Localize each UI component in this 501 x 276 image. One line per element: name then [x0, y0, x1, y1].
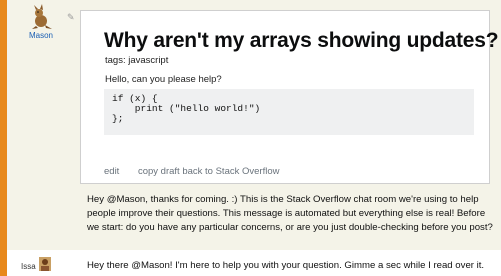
question-title: Why aren't my arrays showing updates?: [104, 29, 499, 52]
person-avatar-icon[interactable]: [39, 257, 51, 271]
code-block: if (x) { print ("hello world!") };: [104, 89, 474, 135]
chat-message-mason: Mason ✎ Why aren't my arrays showing upd…: [7, 0, 501, 250]
copy-draft-back-link[interactable]: copy draft back to Stack Overflow: [138, 166, 280, 177]
automated-welcome-message: Hey @Mason, thanks for coming. :) This i…: [87, 194, 493, 233]
question-body: Hello, can you please help?: [105, 74, 222, 85]
kangaroo-icon[interactable]: [27, 4, 53, 30]
chat-message-issa: Issa Hey there @Mason! I'm here to help …: [7, 256, 501, 276]
author-name-mason[interactable]: Mason: [19, 31, 63, 40]
question-draft-card: Why aren't my arrays showing updates? ta…: [80, 10, 499, 184]
issa-message-text: Hey there @Mason! I'm here to help you w…: [87, 260, 485, 271]
chat-transcript: Mason ✎ Why aren't my arrays showing upd…: [7, 0, 501, 276]
question-tags: tags: javascript: [105, 55, 169, 66]
pencil-icon[interactable]: ✎: [67, 12, 75, 23]
edit-link[interactable]: edit: [104, 166, 119, 177]
draft-actions: edit copy draft back to Stack Overflow: [104, 166, 295, 177]
author-name-issa[interactable]: Issa: [21, 262, 36, 271]
